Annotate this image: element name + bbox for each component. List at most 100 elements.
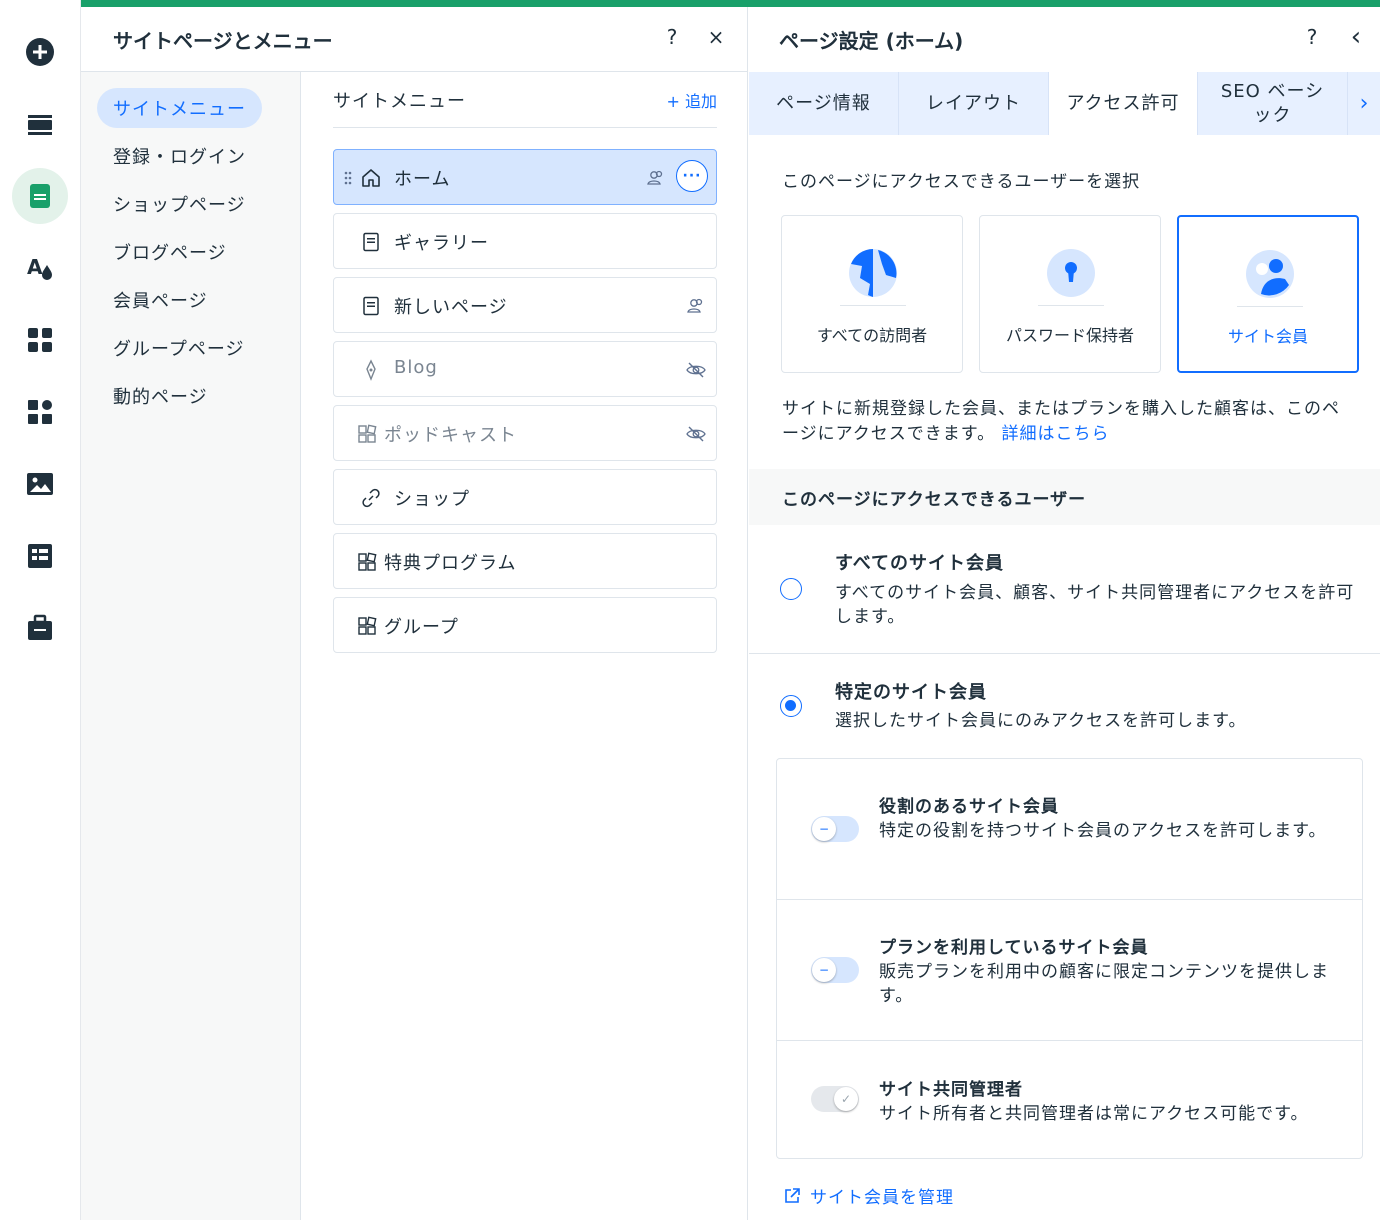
help-icon[interactable]: ? xyxy=(1300,25,1324,49)
who-can-access-header: このページにアクセスできるユーザー xyxy=(749,469,1380,525)
radio-all-sub: すべてのサイト会員、顧客、サイト共同管理者にアクセスを許可します。 xyxy=(835,583,1355,627)
tab-page-info[interactable]: ページ情報 xyxy=(749,72,899,135)
toggle-row-plans: − プランを利用しているサイト会員 販売プランを利用中の顧客に限定コンテンツを提… xyxy=(777,900,1362,1041)
apps-icon[interactable] xyxy=(12,312,68,368)
toggle-sub: 販売プランを利用中の顧客に限定コンテンツを提供します。 xyxy=(879,962,1329,1006)
manage-members-label: サイト会員を管理 xyxy=(810,1188,954,1208)
toggle-sub: サイト所有者と共同管理者は常にアクセス可能です。 xyxy=(879,1104,1309,1124)
learn-more-link[interactable]: 詳細はこちら xyxy=(1002,424,1110,444)
site-menu-list: サイトメニュー + 追加 ホーム ··· ギャラリー 新しいページ Blog ポ xyxy=(333,72,717,653)
tab-seo-basics[interactable]: SEO ベーシック xyxy=(1198,72,1348,135)
option-everyone[interactable]: すべての訪問者 xyxy=(781,215,963,373)
side-nav-member-pages[interactable]: 会員ページ xyxy=(97,280,224,320)
globe-icon xyxy=(849,249,897,297)
hidden-icon xyxy=(686,362,706,378)
side-nav-shop-pages[interactable]: ショップページ xyxy=(97,184,262,224)
page-settings-panel: ページ設定 (ホーム) ? ‹ ページ情報 レイアウト アクセス許可 SEO ベ… xyxy=(749,7,1380,1220)
drag-handle-icon[interactable] xyxy=(344,170,352,186)
page-item-blog[interactable]: Blog xyxy=(333,341,717,397)
side-nav-group-pages[interactable]: グループページ xyxy=(97,328,261,368)
layout-icon[interactable] xyxy=(12,96,68,152)
page-icon xyxy=(363,296,379,316)
checkmark-icon: ✓ xyxy=(834,1087,858,1111)
tab-layout[interactable]: レイアウト xyxy=(899,72,1049,135)
cms-icon[interactable] xyxy=(12,528,68,584)
portfolio-icon[interactable] xyxy=(12,600,68,656)
settings-tabs: ページ情報 レイアウト アクセス許可 SEO ベーシック › xyxy=(749,72,1380,135)
top-accent-bar xyxy=(81,0,1380,7)
page-label: Blog xyxy=(394,357,438,378)
divider xyxy=(749,653,1380,654)
back-icon[interactable]: ‹ xyxy=(1344,24,1368,50)
external-link-icon xyxy=(785,1187,800,1203)
media-icon[interactable] xyxy=(12,456,68,512)
toggle-row-collaborators: ✓ サイト共同管理者 サイト所有者と共同管理者は常にアクセス可能です。 xyxy=(777,1042,1362,1159)
toggle-title: サイト共同管理者 xyxy=(879,1080,1023,1100)
page-label: ショップ xyxy=(394,489,470,510)
page-item-shop[interactable]: ショップ xyxy=(333,469,717,525)
radio-specific-title: 特定のサイト会員 xyxy=(835,682,987,703)
toggle-plans[interactable]: − xyxy=(811,957,859,983)
panel-title: サイトページとメニュー xyxy=(113,28,333,53)
access-description: サイトに新規登録した会員、またはプランを購入した顧客は、このページにアクセスでき… xyxy=(782,397,1352,447)
option-site-members[interactable]: サイト会員 xyxy=(1177,215,1359,373)
app-page-icon xyxy=(358,424,377,443)
page-icon xyxy=(363,232,379,252)
page-label: ギャラリー xyxy=(394,233,489,254)
panel-header: サイトページとメニュー xyxy=(81,7,747,72)
more-actions-button[interactable]: ··· xyxy=(676,160,708,192)
close-icon[interactable]: × xyxy=(704,25,728,49)
toggle-roles[interactable]: − xyxy=(811,816,859,842)
app-page-icon xyxy=(358,616,377,635)
page-item-loyalty[interactable]: 特典プログラム xyxy=(333,533,717,589)
menu-header: サイトメニュー + 追加 xyxy=(333,72,717,128)
page-item-groups[interactable]: グループ xyxy=(333,597,717,653)
blog-icon xyxy=(366,359,376,381)
home-icon xyxy=(362,169,380,187)
page-item-home[interactable]: ホーム ··· xyxy=(333,149,717,205)
svg-text:A: A xyxy=(27,255,43,279)
side-nav: サイトメニュー 登録・ログイン ショップページ ブログページ 会員ページ グルー… xyxy=(81,72,301,1220)
option-label: パスワード保持者 xyxy=(1005,326,1134,345)
tab-permissions[interactable]: アクセス許可 xyxy=(1049,72,1198,135)
pages-icon[interactable] xyxy=(12,168,68,224)
lock-icon xyxy=(1047,249,1095,297)
toggle-title: 役割のあるサイト会員 xyxy=(879,797,1059,817)
page-item-gallery[interactable]: ギャラリー xyxy=(333,213,717,269)
toggle-off-icon: − xyxy=(812,817,836,841)
option-label: すべての訪問者 xyxy=(816,326,928,345)
business-apps-icon[interactable] xyxy=(12,384,68,440)
settings-header: ページ設定 (ホーム) xyxy=(749,7,1380,72)
manage-members-link[interactable]: サイト会員を管理 xyxy=(782,1183,954,1208)
menu-title: サイトメニュー xyxy=(333,90,466,112)
page-item-new-page[interactable]: 新しいページ xyxy=(333,277,717,333)
tabs-next-button[interactable]: › xyxy=(1348,72,1380,135)
members-icon xyxy=(647,170,663,185)
radio-specific-members[interactable] xyxy=(780,695,802,717)
side-nav-blog-pages[interactable]: ブログページ xyxy=(97,232,243,272)
help-icon[interactable]: ? xyxy=(660,25,684,49)
toggle-title: プランを利用しているサイト会員 xyxy=(879,938,1149,958)
add-icon[interactable] xyxy=(12,24,68,80)
design-icon[interactable]: A xyxy=(12,240,68,296)
members-icon xyxy=(687,298,703,313)
radio-all-members[interactable] xyxy=(780,578,802,600)
left-toolbar: A xyxy=(0,0,81,1220)
radio-all-title: すべてのサイト会員 xyxy=(835,553,1005,574)
page-item-podcast[interactable]: ポッドキャスト xyxy=(333,405,717,461)
add-page-button[interactable]: + 追加 xyxy=(667,88,718,112)
page-label: ホーム xyxy=(394,169,451,190)
page-label: 特典プログラム xyxy=(384,553,517,574)
page-label: グループ xyxy=(384,617,459,638)
member-type-toggles: − 役割のあるサイト会員 特定の役割を持つサイト会員のアクセスを許可します。 −… xyxy=(776,758,1363,1159)
members-icon xyxy=(1246,250,1294,298)
link-icon xyxy=(362,488,380,508)
radio-specific-sub: 選択したサイト会員にのみアクセスを許可します。 xyxy=(835,711,1247,731)
hidden-icon xyxy=(686,426,706,442)
side-nav-dynamic-pages[interactable]: 動的ページ xyxy=(97,376,224,416)
option-password[interactable]: パスワード保持者 xyxy=(979,215,1161,373)
side-nav-signup-login[interactable]: 登録・ログイン xyxy=(97,136,262,176)
site-pages-panel: サイトページとメニュー ? × サイトメニュー 登録・ログイン ショップページ … xyxy=(81,7,748,1220)
toggle-sub: 特定の役割を持つサイト会員のアクセスを許可します。 xyxy=(879,821,1327,841)
side-nav-site-menu[interactable]: サイトメニュー xyxy=(97,88,262,128)
